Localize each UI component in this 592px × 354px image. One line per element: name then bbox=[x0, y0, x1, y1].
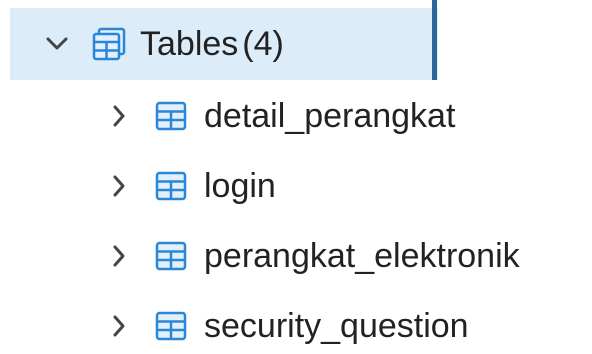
chevron-down-icon[interactable] bbox=[42, 29, 72, 59]
tree-node-table-perangkat-elektronik[interactable]: perangkat_elektronik bbox=[104, 228, 520, 284]
tree-top-strip bbox=[0, 0, 440, 8]
table-name-label: detail_perangkat bbox=[204, 97, 456, 135]
table-icon bbox=[152, 237, 190, 275]
tree-node-tables[interactable]: Tables (4) bbox=[42, 16, 284, 72]
object-tree: Tables (4) detail_perangkat login perang… bbox=[0, 0, 592, 354]
tables-group-icon bbox=[90, 25, 128, 63]
table-name-label: perangkat_elektronik bbox=[204, 237, 520, 275]
table-icon bbox=[152, 167, 190, 205]
tree-node-tables-label: Tables bbox=[140, 25, 239, 63]
tree-node-tables-count: (4) bbox=[242, 25, 284, 63]
selected-row-accent-bar bbox=[432, 0, 437, 80]
chevron-right-icon[interactable] bbox=[104, 101, 134, 131]
table-icon bbox=[152, 97, 190, 135]
tree-node-table-security-question[interactable]: security_question bbox=[104, 298, 469, 354]
tree-node-table-login[interactable]: login bbox=[104, 158, 276, 214]
chevron-right-icon[interactable] bbox=[104, 311, 134, 341]
table-name-label: security_question bbox=[204, 307, 469, 345]
chevron-right-icon[interactable] bbox=[104, 241, 134, 271]
tree-node-table-detail-perangkat[interactable]: detail_perangkat bbox=[104, 88, 455, 144]
chevron-right-icon[interactable] bbox=[104, 171, 134, 201]
table-name-label: login bbox=[204, 167, 276, 205]
table-icon bbox=[152, 307, 190, 345]
